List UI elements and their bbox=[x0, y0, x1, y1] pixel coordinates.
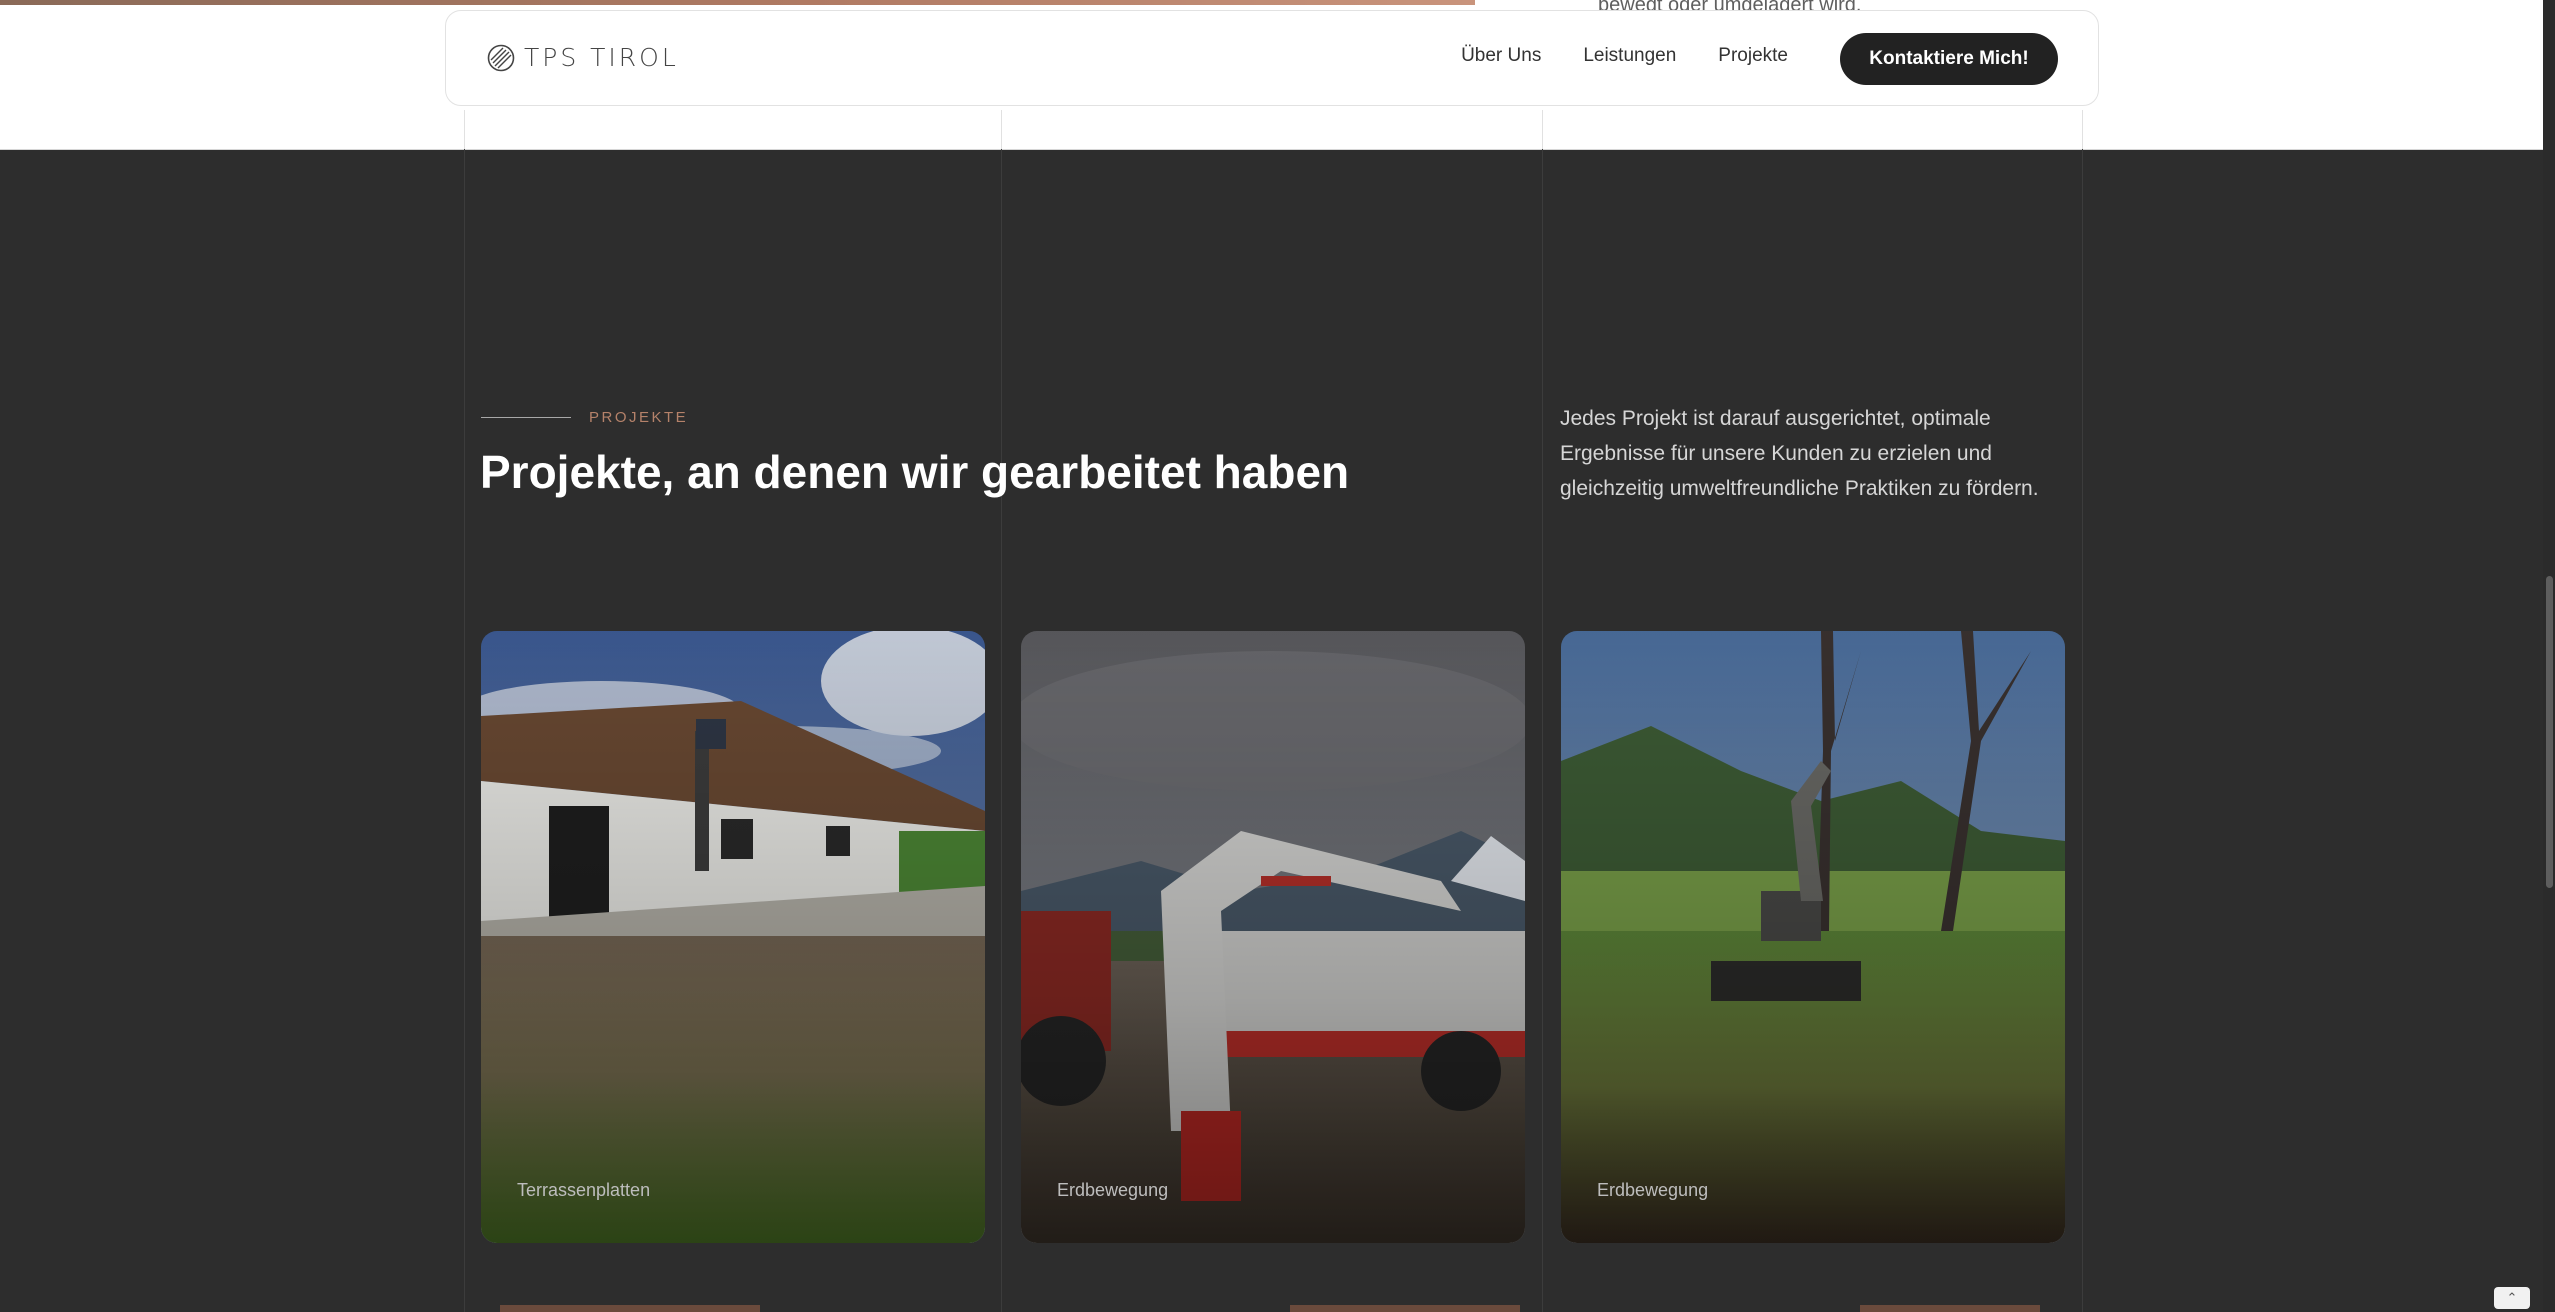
project-label: Terrassenplatten bbox=[517, 1180, 651, 1200]
chevron-up-icon: ⌃ bbox=[2506, 1290, 2518, 1305]
card-overlay bbox=[1021, 631, 1525, 1243]
accent-line bbox=[0, 0, 1475, 5]
scrollbar-thumb[interactable] bbox=[2546, 576, 2553, 888]
grid-line bbox=[1542, 110, 1543, 149]
nav-link-leistungen[interactable]: Leistungen bbox=[1583, 45, 1676, 67]
nav-link-projekte[interactable]: Projekte bbox=[1718, 45, 1788, 67]
logo[interactable]: TPS TIROL bbox=[486, 43, 679, 73]
section-eyebrow: PROJEKTE bbox=[481, 409, 688, 426]
next-row-glimpse bbox=[1290, 1305, 1520, 1312]
project-label: Erdbewegung bbox=[1057, 1180, 1169, 1200]
grid-line bbox=[1542, 149, 1543, 1312]
grid-line bbox=[464, 149, 465, 1312]
grid-line bbox=[1001, 110, 1002, 149]
grid-line bbox=[2082, 149, 2083, 1312]
scroll-to-top-button[interactable]: ⌃ bbox=[2494, 1287, 2530, 1309]
card-overlay bbox=[481, 631, 985, 1243]
next-row-glimpse bbox=[500, 1305, 760, 1312]
logo-icon bbox=[487, 44, 515, 72]
grid-line bbox=[2082, 110, 2083, 149]
grid-line bbox=[464, 110, 465, 149]
navbar: TPS TIROL Über Uns Leistungen Projekte K… bbox=[445, 10, 2099, 106]
section-intro: Jedes Projekt ist darauf ausgerichtet, o… bbox=[1560, 407, 2039, 500]
project-card[interactable]: Erdbewegung bbox=[1021, 631, 1525, 1243]
nav-links: Über Uns Leistungen Projekte bbox=[1461, 45, 1788, 67]
project-card[interactable]: Terrassenplatten bbox=[481, 631, 985, 1243]
contact-button[interactable]: Kontaktiere Mich! bbox=[1840, 33, 2058, 85]
logo-text: TPS TIROL bbox=[524, 43, 679, 72]
eyebrow-dash bbox=[481, 417, 571, 418]
card-overlay bbox=[1561, 631, 2065, 1243]
eyebrow-text: PROJEKTE bbox=[589, 409, 689, 426]
grid-line bbox=[1001, 149, 1002, 1312]
project-label: Erdbewegung bbox=[1597, 1180, 1709, 1200]
section-title: Projekte, an denen wir gearbeitet haben bbox=[480, 446, 1350, 498]
next-row-glimpse bbox=[1860, 1305, 2040, 1312]
project-card[interactable]: Erdbewegung bbox=[1561, 631, 2065, 1243]
nav-link-ueber-uns[interactable]: Über Uns bbox=[1461, 45, 1541, 67]
